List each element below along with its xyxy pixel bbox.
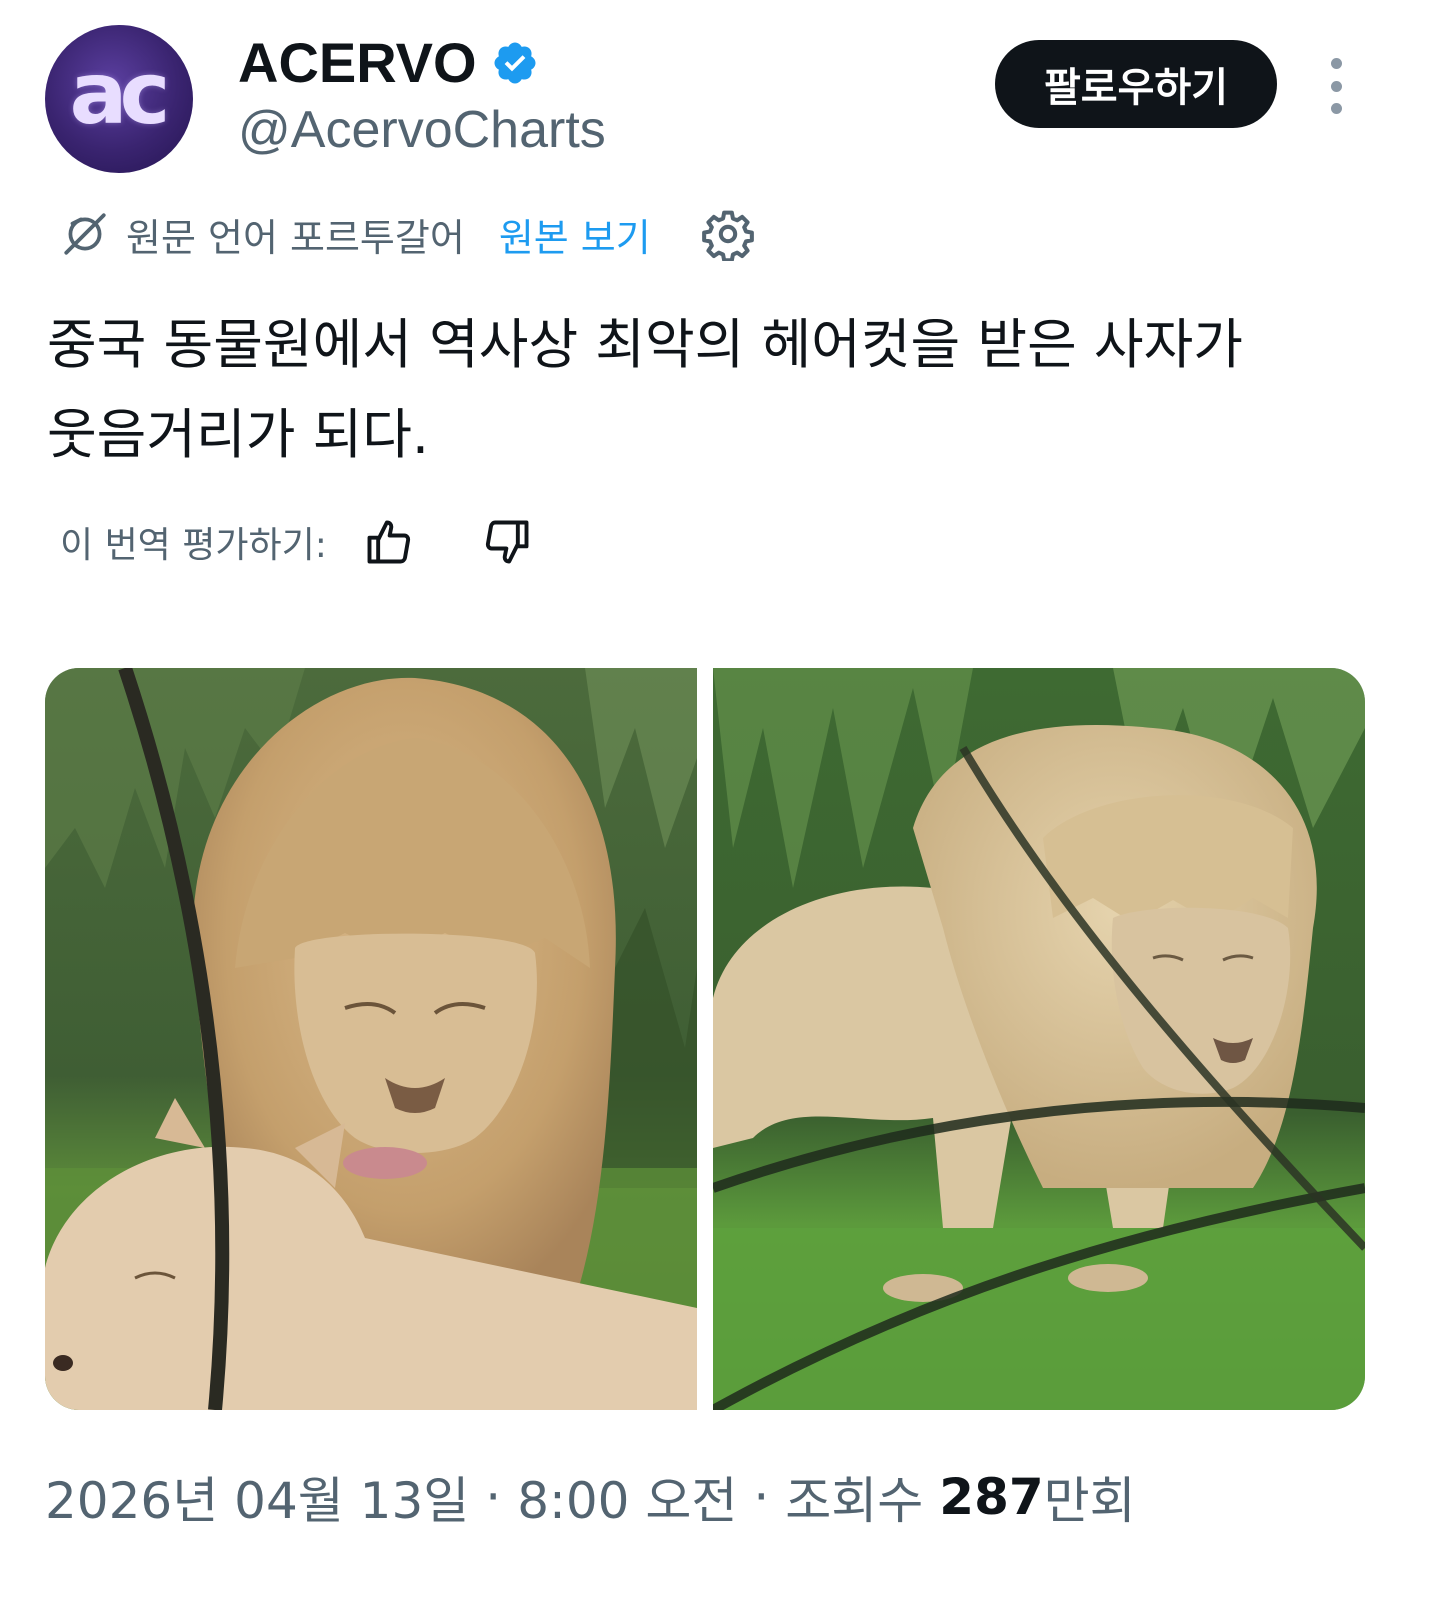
- thumbs-down-icon[interactable]: [481, 516, 533, 568]
- rate-translation-row: 이 번역 평가하기:: [60, 512, 533, 572]
- tweet-text: 중국 동물원에서 역사상 최악의 헤어컷을 받은 사자가 웃음거리가 되다.: [47, 300, 1387, 480]
- tweet-meta: 2026년 04월 13일 · 8:00 오전 · 조회수 287 만회: [45, 1462, 1136, 1532]
- translation-source-label: 원문 언어 포르투갈어: [126, 215, 465, 260]
- tweet-text-line: 중국 동물원에서 역사상 최악의 헤어컷을 받은 사자가: [47, 313, 1243, 376]
- views-label: 조회수: [785, 1472, 924, 1530]
- translation-bar: 원문 언어 포르투갈어 원본 보기: [60, 206, 755, 262]
- avatar[interactable]: ac: [45, 25, 193, 173]
- rate-translation-label: 이 번역 평가하기:: [60, 525, 327, 566]
- photo-divider: [697, 668, 713, 1410]
- gear-icon[interactable]: [701, 207, 755, 261]
- verified-badge-icon: [494, 42, 536, 83]
- author-name-row: ACERVO: [238, 30, 539, 95]
- more-vertical-icon[interactable]: [1320, 58, 1352, 114]
- views-count: 287: [939, 1468, 1044, 1526]
- avatar-logo-text: ac: [69, 44, 170, 144]
- author-handle[interactable]: @AcervoCharts: [238, 100, 606, 160]
- tweet-date[interactable]: 2026년 04월 13일: [45, 1461, 469, 1533]
- tweet-text-line: 웃음거리가 되다.: [47, 403, 430, 466]
- views-unit: 만회: [1043, 1472, 1136, 1530]
- meta-separator: ·: [485, 1468, 502, 1526]
- media-grid: [45, 668, 1365, 1410]
- tweet-time[interactable]: 8:00 오전: [517, 1461, 737, 1533]
- display-name[interactable]: ACERVO: [238, 30, 477, 95]
- translate-icon: [64, 213, 106, 255]
- photo-lion-with-lioness[interactable]: [45, 668, 697, 1410]
- follow-button[interactable]: 팔로우하기: [995, 40, 1277, 128]
- thumbs-up-icon[interactable]: [363, 516, 415, 568]
- photo-lion-standing-in-grass[interactable]: [713, 668, 1365, 1410]
- show-original-link[interactable]: 원본 보기: [499, 207, 651, 262]
- meta-separator: ·: [753, 1468, 770, 1526]
